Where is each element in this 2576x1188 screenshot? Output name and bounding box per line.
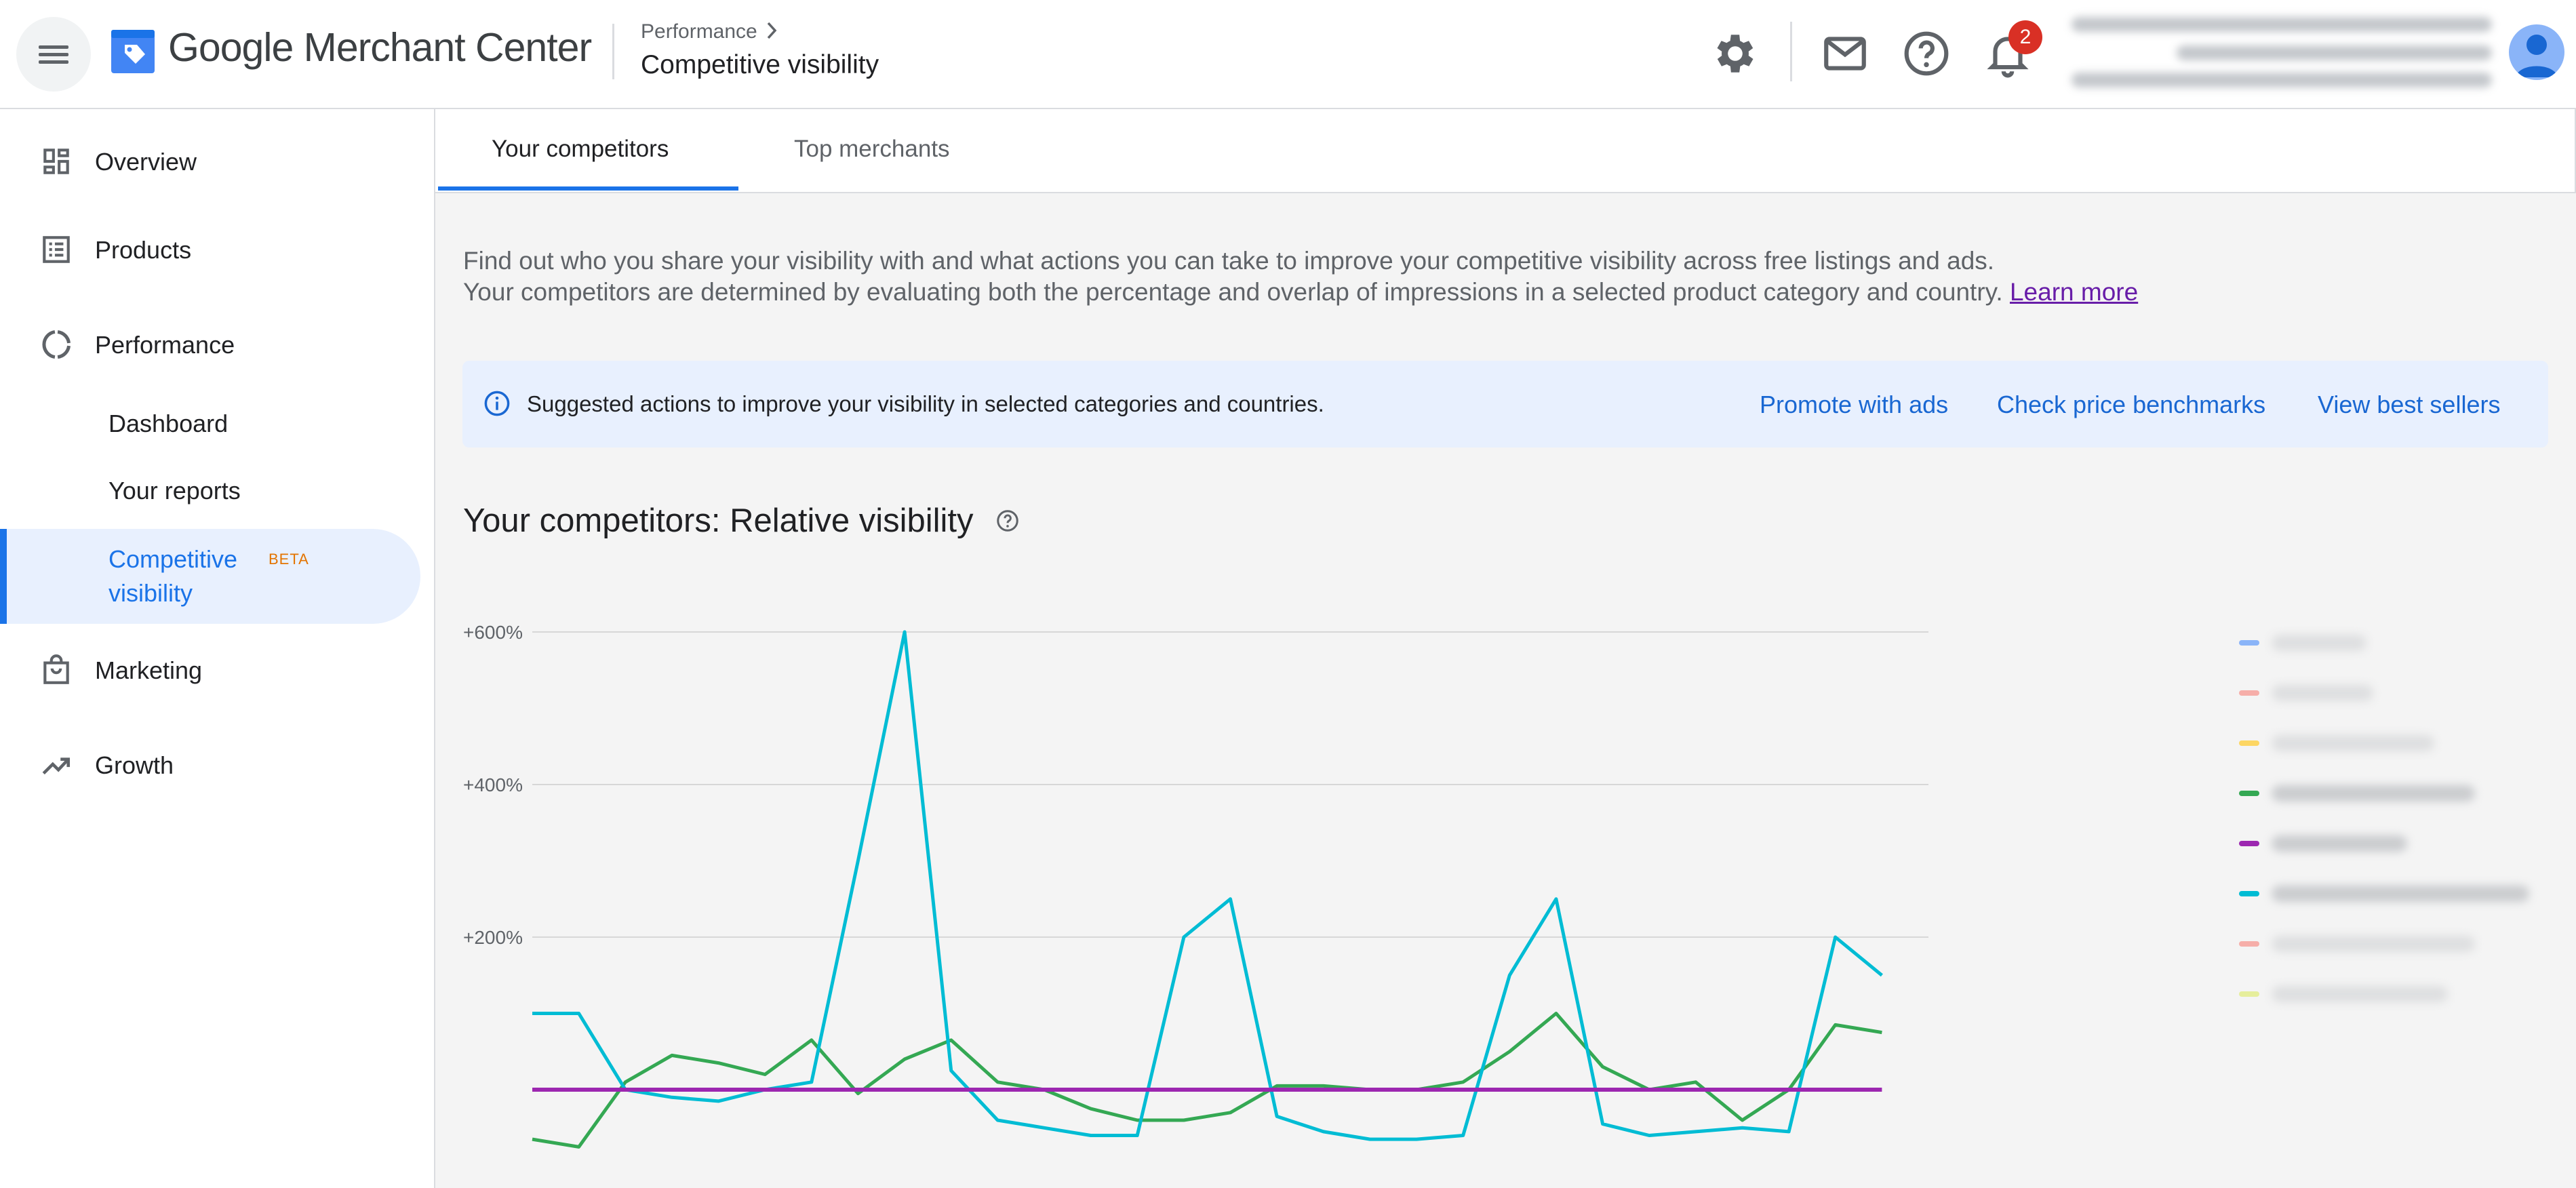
- donut-chart-icon: [42, 330, 71, 359]
- sidebar-subitem-label: Dashboard: [108, 410, 229, 437]
- legend-label-redacted: [2272, 886, 2529, 902]
- legend-label-redacted: [2272, 936, 2475, 952]
- help-circle-icon[interactable]: [1901, 28, 1951, 79]
- legend-swatch[interactable]: [2239, 740, 2259, 746]
- legend-label-redacted: [2272, 986, 2448, 1002]
- legend-swatch[interactable]: [2239, 941, 2259, 947]
- tab-top-merchants[interactable]: Top merchants: [794, 136, 950, 163]
- legend-swatch[interactable]: [2239, 640, 2259, 646]
- intro-text-2: Your competitors are determined by evalu…: [463, 278, 2139, 306]
- view-best-sellers-button[interactable]: View best sellers: [2318, 391, 2500, 419]
- beta-badge: BETA: [269, 551, 309, 568]
- legend-label-redacted: [2272, 635, 2366, 651]
- sidebar-subitem-label: Your reports: [108, 477, 241, 504]
- legend-swatch[interactable]: [2239, 791, 2259, 796]
- y-tick-label: +600%: [463, 622, 523, 643]
- sidebar-item-label: Overview: [95, 148, 197, 176]
- intro-text: Find out who you share your visibility w…: [463, 247, 1995, 275]
- sidebar-item-label: Performance: [95, 331, 235, 359]
- sidebar-item-products[interactable]: Products: [0, 231, 420, 271]
- series-line-0: [532, 630, 1883, 1141]
- y-tick-label: +200%: [463, 927, 523, 948]
- chevron-right-icon: [767, 22, 777, 39]
- tab-bar: [435, 109, 2576, 193]
- legend-label-redacted: [2272, 685, 2373, 701]
- banner-message: Suggested actions to improve your visibi…: [527, 391, 1324, 416]
- legend-swatch[interactable]: [2239, 690, 2259, 696]
- series-line-1: [532, 1012, 1882, 1149]
- toolbar-divider: [1790, 22, 1792, 81]
- sidebar-item-label: Growth: [95, 751, 174, 779]
- sidebar-item-label: Competitive visibilityBETA: [108, 545, 309, 607]
- menu-icon: [39, 45, 68, 49]
- sidebar-item-performance[interactable]: Performance: [0, 325, 420, 366]
- sidebar-item-dashboard[interactable]: Dashboard: [0, 405, 420, 443]
- help-circle-icon[interactable]: [995, 509, 1020, 533]
- main-menu-button[interactable]: [16, 17, 91, 92]
- settings-gear-icon[interactable]: [1710, 28, 1760, 79]
- selected-tab-indicator: [438, 186, 738, 191]
- sidebar-item-growth[interactable]: Growth: [0, 746, 420, 787]
- legend-label-redacted: [2272, 735, 2434, 751]
- relative-visibility-chart: +600% +400% +200%: [463, 622, 1928, 1149]
- dashboard-icon: [43, 148, 69, 174]
- list-icon: [43, 236, 70, 263]
- legend-label-redacted: [2272, 835, 2407, 852]
- info-icon: [484, 391, 510, 416]
- account-info-redacted: [2072, 17, 2492, 32]
- active-indicator: [0, 529, 7, 624]
- sidebar-item-your-reports[interactable]: Your reports: [0, 473, 420, 511]
- merchant-center-logo-icon: [111, 30, 155, 73]
- legend-swatch[interactable]: [2239, 891, 2259, 896]
- sidebar-item-overview[interactable]: Overview: [0, 142, 420, 183]
- legend-swatch[interactable]: [2239, 991, 2259, 997]
- trending-up-icon: [42, 757, 70, 775]
- chart-title: Your competitors: Relative visibility: [463, 502, 974, 539]
- check-price-benchmarks-button[interactable]: Check price benchmarks: [1997, 391, 2265, 419]
- app-name[interactable]: Google Merchant Center: [168, 24, 592, 71]
- person-icon: [2516, 35, 2558, 77]
- learn-more-link[interactable]: Learn more: [2010, 278, 2138, 306]
- shopping-bag-icon: [43, 654, 69, 684]
- sidebar-item-label: Products: [95, 236, 192, 264]
- promote-with-ads-button[interactable]: Promote with ads: [1760, 391, 1948, 419]
- sidebar-item-label: Marketing: [95, 656, 203, 684]
- y-tick-label: +400%: [463, 774, 523, 795]
- breadcrumb-parent-link[interactable]: Performance: [641, 20, 757, 43]
- page-title: Competitive visibility: [641, 50, 879, 79]
- mail-icon[interactable]: [1820, 28, 1870, 79]
- header-divider: [612, 24, 614, 79]
- sidebar-item-marketing[interactable]: Marketing: [0, 651, 420, 692]
- tab-your-competitors[interactable]: Your competitors: [492, 136, 669, 163]
- account-avatar[interactable]: [2509, 24, 2564, 80]
- notification-badge: 2: [2008, 20, 2042, 54]
- legend-swatch[interactable]: [2239, 841, 2259, 846]
- legend-label-redacted: [2272, 785, 2475, 801]
